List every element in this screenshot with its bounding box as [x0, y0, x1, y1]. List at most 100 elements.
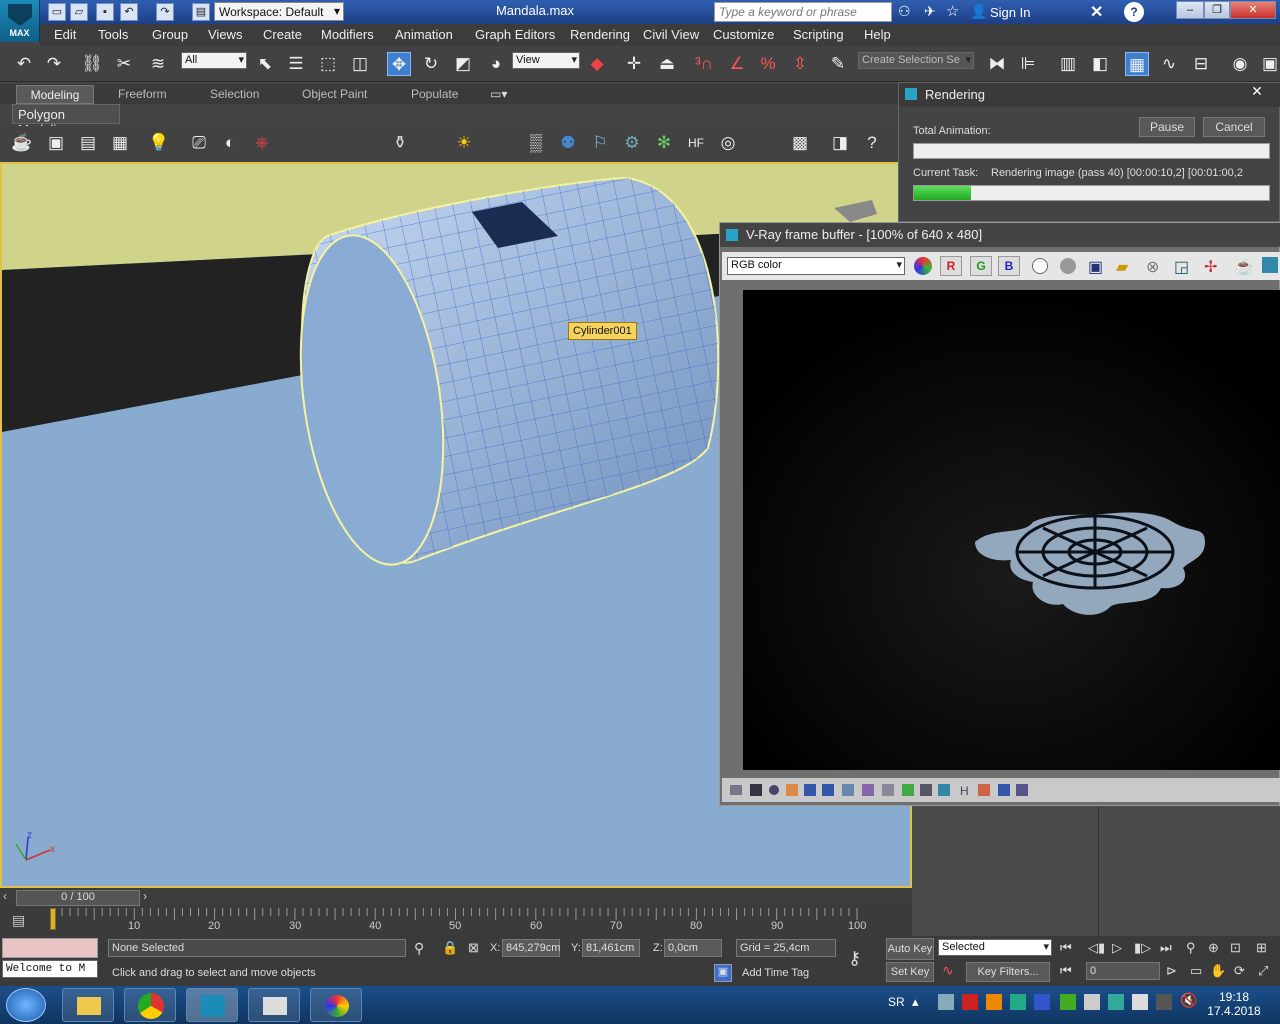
- project-folder-icon[interactable]: ▤: [192, 3, 210, 21]
- sign-in-button[interactable]: Sign In: [990, 5, 1030, 20]
- select-and-move-icon[interactable]: ✥: [387, 52, 411, 76]
- tray-app-icon[interactable]: [1084, 994, 1100, 1010]
- 3dsmax-taskbar-button[interactable]: [186, 988, 238, 1022]
- light-bulb-icon[interactable]: 💡: [147, 131, 171, 155]
- track-mouse-icon[interactable]: ✢: [1204, 257, 1217, 277]
- absolute-mode-icon[interactable]: ⊠: [468, 940, 479, 956]
- menu-item-group[interactable]: Group: [152, 27, 188, 42]
- x-coordinate-input[interactable]: 845,279cm: [502, 939, 560, 957]
- render-camera-icon[interactable]: ⎈: [250, 131, 274, 155]
- set-key-filter-icon[interactable]: ∿: [942, 962, 954, 979]
- toggle-scene-explorer-icon[interactable]: ▥: [1056, 52, 1080, 76]
- nvidia-tray-icon[interactable]: [1060, 994, 1076, 1010]
- tray-app-icon[interactable]: [986, 994, 1002, 1010]
- selection-filter-select[interactable]: All: [181, 52, 247, 69]
- zoom-extents-all-icon[interactable]: ⊞: [1256, 940, 1267, 956]
- minimize-button[interactable]: –: [1176, 1, 1204, 19]
- menu-item-animation[interactable]: Animation: [395, 27, 453, 42]
- menu-item-help[interactable]: Help: [864, 27, 891, 42]
- keyboard-shortcut-icon[interactable]: ⏏: [655, 52, 679, 76]
- pivot-center-icon[interactable]: ◆: [585, 52, 609, 76]
- close-icon[interactable]: ✕: [1237, 83, 1277, 103]
- camera-icon[interactable]: ⎚: [187, 131, 211, 155]
- go-to-end-icon[interactable]: ⏭: [1160, 940, 1172, 956]
- spinner-snap-icon[interactable]: ⇳: [788, 52, 812, 76]
- gear-icon[interactable]: ⚙: [620, 131, 644, 155]
- ribbon-panel-label[interactable]: Polygon Modeling: [12, 104, 120, 137]
- app-logo-button[interactable]: MAX: [0, 0, 40, 42]
- menu-item-customize[interactable]: Customize: [713, 27, 774, 42]
- folder-icon[interactable]: ▰: [1116, 257, 1128, 277]
- alpha-white-icon[interactable]: [1032, 258, 1048, 274]
- binoculars-icon[interactable]: ⚇: [898, 3, 916, 21]
- teapot-icon[interactable]: ☕: [10, 131, 34, 155]
- start-button[interactable]: [6, 988, 46, 1022]
- select-and-rotate-icon[interactable]: ↻: [419, 52, 443, 76]
- teapot-primitive-icon[interactable]: ⚱: [388, 131, 412, 155]
- redo-icon[interactable]: ↷: [42, 52, 66, 76]
- pause-button[interactable]: Pause: [1139, 117, 1195, 137]
- fur-icon[interactable]: ▒: [524, 131, 548, 155]
- material-editor-icon[interactable]: ◉: [1228, 52, 1252, 76]
- duplicate-icon[interactable]: ◲: [1174, 257, 1189, 277]
- cancel-button[interactable]: Cancel: [1203, 117, 1265, 137]
- restore-button[interactable]: ❐: [1204, 1, 1230, 19]
- sun-icon[interactable]: ☀: [452, 131, 476, 155]
- material-map-icon[interactable]: ▩: [788, 131, 812, 155]
- go-to-start-icon[interactable]: ⏮: [1060, 940, 1072, 956]
- time-slider[interactable]: 0 / 100: [16, 890, 140, 906]
- menu-item-tools[interactable]: Tools: [98, 27, 128, 42]
- y-coordinate-input[interactable]: 81,461cm: [582, 939, 640, 957]
- snipping-tool-taskbar-button[interactable]: [248, 988, 300, 1022]
- tab-modeling[interactable]: Modeling: [16, 85, 94, 104]
- maxscript-mini-listener-output[interactable]: [2, 938, 98, 958]
- tab-object-paint[interactable]: Object Paint: [302, 87, 367, 101]
- mirror-icon[interactable]: ⧓: [985, 52, 1009, 76]
- zoom-all-icon[interactable]: ⊕: [1208, 940, 1219, 956]
- render-teapot-icon[interactable]: ☕: [1234, 257, 1254, 277]
- tab-freeform[interactable]: Freeform: [118, 87, 167, 101]
- orbit-icon[interactable]: ⟳: [1234, 963, 1245, 979]
- redo-icon[interactable]: ↷: [156, 3, 174, 21]
- taskbar-clock[interactable]: 19:18 17.4.2018: [1204, 990, 1264, 1018]
- add-time-tag-button[interactable]: Add Time Tag: [742, 967, 809, 979]
- time-tag-icon[interactable]: ▣: [714, 964, 732, 982]
- snaps-toggle-icon[interactable]: ³∩: [692, 52, 716, 76]
- language-indicator[interactable]: SR: [888, 995, 905, 1009]
- help-icon[interactable]: ?: [860, 131, 884, 155]
- list-panel-icon[interactable]: ▤: [76, 131, 100, 155]
- workspace-select[interactable]: Workspace: Default ▾: [214, 2, 344, 21]
- time-marker[interactable]: [50, 908, 56, 930]
- clear-icon[interactable]: ⊗: [1146, 257, 1159, 277]
- render-setup-icon[interactable]: ▣: [1258, 52, 1280, 76]
- tab-populate[interactable]: Populate: [411, 87, 458, 101]
- menu-item-graph-editors[interactable]: Graph Editors: [475, 27, 555, 42]
- autodesk-tray-icon[interactable]: [1010, 994, 1026, 1010]
- select-by-name-icon[interactable]: ☰: [284, 52, 308, 76]
- shell-icon[interactable]: ◎: [716, 131, 740, 155]
- menu-item-civil-view[interactable]: Civil View: [643, 27, 699, 42]
- edit-named-selection-icon[interactable]: ✎: [826, 52, 850, 76]
- lock-icon[interactable]: 🔒: [442, 940, 458, 956]
- next-frame-icon[interactable]: ▮▷: [1134, 940, 1151, 956]
- render-canvas[interactable]: [743, 290, 1280, 770]
- undo-icon[interactable]: ↶: [12, 52, 36, 76]
- grid-panel-icon[interactable]: ▦: [108, 131, 132, 155]
- expand-icon[interactable]: [1262, 257, 1278, 273]
- zoom-region-icon[interactable]: ▭: [1190, 963, 1202, 979]
- chevron-right-icon[interactable]: ›: [143, 889, 147, 903]
- maxscript-mini-listener[interactable]: Welcome to M: [2, 960, 98, 978]
- current-frame-input[interactable]: 0: [1086, 962, 1160, 980]
- red-channel-button[interactable]: R: [940, 256, 962, 276]
- explorer-taskbar-button[interactable]: [62, 988, 114, 1022]
- chrome-taskbar-button[interactable]: [124, 988, 176, 1022]
- set-key-button[interactable]: Set Key: [886, 962, 934, 982]
- search-input[interactable]: Type a keyword or phrase: [714, 2, 892, 22]
- paint-taskbar-button[interactable]: [310, 988, 362, 1022]
- selection-set-input[interactable]: Create Selection Se: [858, 52, 974, 69]
- menu-item-scripting[interactable]: Scripting: [793, 27, 844, 42]
- volume-muted-icon[interactable]: 🔇: [1180, 992, 1197, 1009]
- track-bar[interactable]: ▤ 10 20 30 40 50 60 70 80 90 100: [0, 906, 912, 936]
- blue-channel-button[interactable]: B: [998, 256, 1020, 276]
- unlink-icon[interactable]: ✂: [112, 52, 136, 76]
